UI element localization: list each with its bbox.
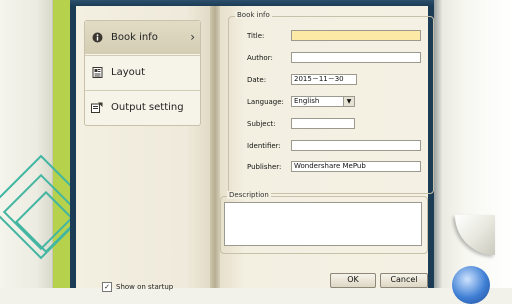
nav-item-output-setting[interactable]: Output setting bbox=[85, 91, 200, 124]
author-field[interactable] bbox=[291, 52, 421, 63]
right-page: Book info Title: Author: Date: 2015－11－3… bbox=[220, 6, 434, 288]
info-icon bbox=[91, 32, 103, 44]
nav-item-label: Book info bbox=[111, 32, 158, 43]
book-info-title: Book info bbox=[235, 11, 272, 19]
title-field[interactable] bbox=[291, 30, 421, 41]
description-group: Description bbox=[220, 191, 428, 254]
left-page: Book info › Layout Output setting ✓ Show… bbox=[76, 6, 214, 292]
globe-icon bbox=[452, 266, 490, 304]
output-setting-icon bbox=[91, 102, 103, 114]
settings-nav: Book info › Layout Output setting bbox=[84, 20, 201, 126]
ok-button[interactable]: OK bbox=[330, 273, 376, 288]
date-label: Date: bbox=[247, 76, 267, 84]
publisher-label: Publisher: bbox=[247, 163, 282, 171]
date-field[interactable]: 2015－11－30 bbox=[291, 74, 357, 85]
language-select[interactable]: English ▼ bbox=[291, 96, 355, 107]
book-info-group: Book info Title: Author: Date: 2015－11－3… bbox=[228, 11, 434, 194]
language-label: Language: bbox=[247, 98, 284, 106]
checkbox-icon[interactable]: ✓ bbox=[102, 282, 112, 292]
subject-field[interactable] bbox=[291, 118, 355, 129]
settings-dialog: Book info › Layout Output setting ✓ Show… bbox=[70, 0, 434, 292]
nav-item-label: Output setting bbox=[111, 102, 184, 113]
layout-icon bbox=[91, 67, 103, 79]
publisher-field[interactable]: Wondershare MePub bbox=[291, 161, 421, 172]
description-textarea[interactable] bbox=[224, 202, 422, 246]
author-label: Author: bbox=[247, 54, 273, 62]
description-title: Description bbox=[227, 191, 271, 199]
nav-item-label: Layout bbox=[111, 67, 145, 78]
nav-item-book-info[interactable]: Book info › bbox=[85, 21, 200, 54]
identifier-label: Identifier: bbox=[247, 142, 281, 150]
background-left bbox=[0, 0, 70, 288]
subject-label: Subject: bbox=[247, 120, 276, 128]
show-on-startup-label: Show on startup bbox=[116, 283, 174, 291]
chevron-down-icon[interactable]: ▼ bbox=[343, 97, 354, 106]
show-on-startup-checkbox[interactable]: ✓ Show on startup bbox=[102, 282, 173, 292]
chevron-right-icon: › bbox=[190, 30, 195, 44]
book-spine bbox=[210, 6, 220, 288]
background-shadow bbox=[434, 0, 442, 288]
nav-item-layout[interactable]: Layout bbox=[85, 56, 200, 89]
title-label: Title: bbox=[247, 32, 265, 40]
identifier-field[interactable] bbox=[291, 140, 421, 151]
cancel-button[interactable]: Cancel bbox=[380, 273, 428, 288]
language-value: English bbox=[294, 97, 320, 105]
book-frame: Book info › Layout Output setting ✓ Show… bbox=[76, 6, 434, 292]
